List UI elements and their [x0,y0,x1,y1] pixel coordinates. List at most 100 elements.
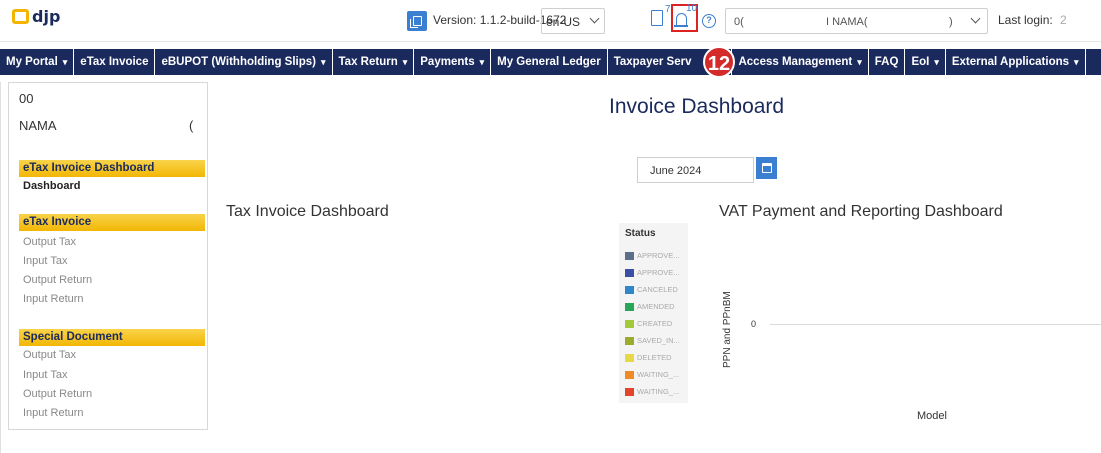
sidebar-item-output-return[interactable]: Output Return [23,274,92,286]
legend-title: Status [625,228,656,239]
nav-label: FAQ [874,56,899,68]
help-icon[interactable]: ? [702,14,716,28]
nav-label: EoI [911,56,930,68]
caret-down-icon: ▾ [479,56,485,67]
legend-label: WAITING_... [637,387,680,396]
nav-label: eBUPOT (Withholding Slips) [161,56,316,68]
nav-label: Payments [420,56,475,68]
chart-y-tick: 0 [751,319,757,329]
sidebar-item-special-input-return[interactable]: Input Return [23,407,84,419]
legend-label: DELETED [637,353,672,362]
account-suffix: ) [949,16,953,28]
nav-label: Tax Return [338,56,398,68]
top-header: djp Version: 1.1.2-build-1672 en-US 7 10… [0,0,1101,42]
chart-y-axis-label: PPN and PPnBM [722,291,733,368]
legend-swatch [625,285,634,294]
sidebar-item-input-tax[interactable]: Input Tax [23,255,67,267]
legend-swatch [625,387,634,396]
caret-down-icon: ▾ [1074,56,1079,67]
calendar-icon [761,163,772,173]
nav-payments[interactable]: Payments ▾ [414,49,492,75]
company-name-tail: ( [189,118,194,133]
legend-label: SAVED_IN... [637,336,680,345]
nav-general-ledger[interactable]: My General Ledger [491,49,608,75]
nav-ebupot[interactable]: eBUPOT (Withholding Slips) ▾ [155,49,333,75]
notifications-count: 10 [686,3,698,14]
sidebar-item-special-output-tax[interactable]: Output Tax [23,349,76,361]
nav-label: My General Ledger [497,56,601,68]
company-name: NAMA [19,118,57,133]
legend-swatch [625,268,634,277]
sidebar-item-input-return[interactable]: Input Return [23,293,84,305]
sidebar-item-output-tax[interactable]: Output Tax [23,236,76,248]
chart-zero-gridline [770,324,1101,325]
main-nav: My Portal ▾ eTax Invoice eBUPOT (Withhold… [0,49,1101,75]
legend-item[interactable]: SAVED_IN... [625,336,680,345]
copy-icon [409,16,422,28]
last-login-value: 2 [1060,13,1067,27]
caret-down-icon: ▾ [857,56,862,67]
legend-item[interactable]: APPROVE... [625,251,680,260]
documents-count: 7 [665,4,671,15]
djp-logo[interactable]: djp [12,7,60,26]
legend-item[interactable]: WAITING_... [625,370,679,379]
legend-swatch [625,302,634,311]
section-etax-invoice-dashboard: eTax Invoice Dashboard [19,160,205,177]
nav-tax-return[interactable]: Tax Return ▾ [333,49,415,75]
legend-label: APPROVE... [637,251,680,260]
nav-my-portal[interactable]: My Portal ▾ [0,49,75,75]
legend-swatch [625,251,634,260]
legend-swatch [625,319,634,328]
nav-etax-invoice[interactable]: eTax Invoice [74,49,156,75]
calendar-button[interactable] [756,157,777,179]
vat-dashboard-title: VAT Payment and Reporting Dashboard [719,203,1003,220]
sidebar-item-special-input-tax[interactable]: Input Tax [23,369,67,381]
legend-item[interactable]: CANCELED [625,285,678,294]
legend-item[interactable]: AMENDED [625,302,675,311]
caret-down-icon: ▾ [934,56,939,67]
sidebar-item-special-output-return[interactable]: Output Return [23,388,92,400]
status-legend: Status APPROVE... APPROVE... CANCELED AM… [619,223,688,403]
document-icon [651,10,663,26]
step-number-badge: 12 [703,46,735,78]
last-login-label: Last login: [998,13,1053,27]
legend-label: WAITING_... [637,370,680,379]
copy-button[interactable] [407,11,427,31]
legend-item[interactable]: CREATED [625,319,672,328]
nav-label: Taxpayer Serv [613,56,692,68]
chart-x-axis-label: Model [917,410,947,422]
sidebar-item-dashboard[interactable]: Dashboard [23,180,80,192]
company-id: 00 [19,91,34,106]
section-special-document: Special Document [19,329,205,346]
nav-label: eTax Invoice [80,56,149,68]
legend-item[interactable]: DELETED [625,353,672,362]
legend-label: CANCELED [637,285,678,294]
legend-swatch [625,353,634,362]
nav-label: Access Management [738,56,853,68]
nav-eoi[interactable]: EoI ▾ [905,49,946,75]
legend-label: APPROVE... [637,268,680,277]
account-select[interactable]: 0( I NAMA( ) [725,8,988,34]
tax-invoice-dashboard-title: Tax Invoice Dashboard [226,203,389,220]
chevron-down-icon [970,13,981,24]
nav-label: My Portal [6,56,58,68]
legend-label: AMENDED [637,302,675,311]
account-id: 0( [734,16,744,28]
legend-swatch [625,370,634,379]
caret-down-icon: ▾ [402,56,408,67]
legend-swatch [625,336,634,345]
language-select[interactable]: en-US [541,8,605,34]
legend-item[interactable]: WAITING_... [625,387,679,396]
section-etax-invoice: eTax Invoice [19,214,205,231]
nav-faq[interactable]: FAQ [869,49,906,75]
nav-access-management[interactable]: Access Management ▾ [732,49,869,75]
nav-external-applications[interactable]: External Applications ▾ [946,49,1086,75]
documents-indicator[interactable]: 7 [651,4,671,26]
legend-label: CREATED [637,319,673,328]
page-title: Invoice Dashboard [609,95,785,118]
bell-icon[interactable] [674,13,688,27]
legend-item[interactable]: APPROVE... [625,268,680,277]
logo-text: djp [32,7,61,26]
period-input[interactable]: June 2024 [637,157,754,183]
nav-label: External Applications [951,56,1070,68]
